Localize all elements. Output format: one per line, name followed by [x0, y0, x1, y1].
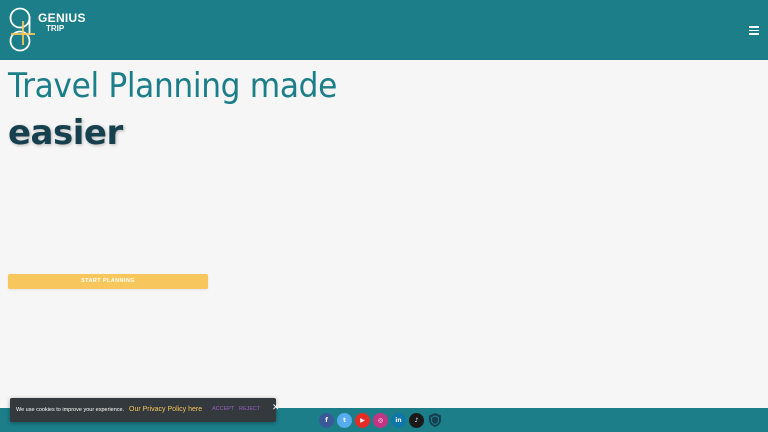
logo-word-trip: TRIP [46, 24, 65, 33]
menu-bar [749, 29, 759, 32]
start-planning-button[interactable]: START PLANNING [8, 274, 208, 289]
instagram-icon[interactable]: ◎ [373, 413, 388, 428]
genius-trip-logo[interactable]: GENIUS TRIP [6, 5, 86, 55]
close-icon[interactable]: ✕ [272, 404, 280, 413]
hero-title: Travel Planning made [8, 66, 338, 106]
privacy-policy-link[interactable]: Our Privacy Policy here [129, 406, 202, 413]
hamburger-menu-icon[interactable] [749, 26, 759, 35]
youtube-icon[interactable]: ▶ [355, 413, 370, 428]
logo-word-genius: GENIUS [38, 11, 86, 25]
cookie-message: We use cookies to improve your experienc… [16, 407, 125, 413]
cookie-banner: We use cookies to improve your experienc… [10, 398, 280, 422]
hero-title-emphasis: easier [8, 113, 123, 153]
site-header: GENIUS TRIP [0, 0, 768, 60]
cookie-accept-button[interactable]: ACCEPT [212, 406, 234, 412]
linkedin-icon[interactable]: in [391, 413, 406, 428]
logo-wordmark: GENIUS TRIP [38, 12, 86, 33]
facebook-icon[interactable]: f [319, 413, 334, 428]
twitter-icon[interactable]: t [337, 413, 352, 428]
cookie-reject-button[interactable]: REJECT [239, 406, 260, 412]
shield-icon[interactable] [427, 412, 443, 428]
tiktok-icon[interactable]: ♪ [409, 413, 424, 428]
menu-bar [749, 26, 759, 28]
menu-bar [749, 33, 759, 35]
